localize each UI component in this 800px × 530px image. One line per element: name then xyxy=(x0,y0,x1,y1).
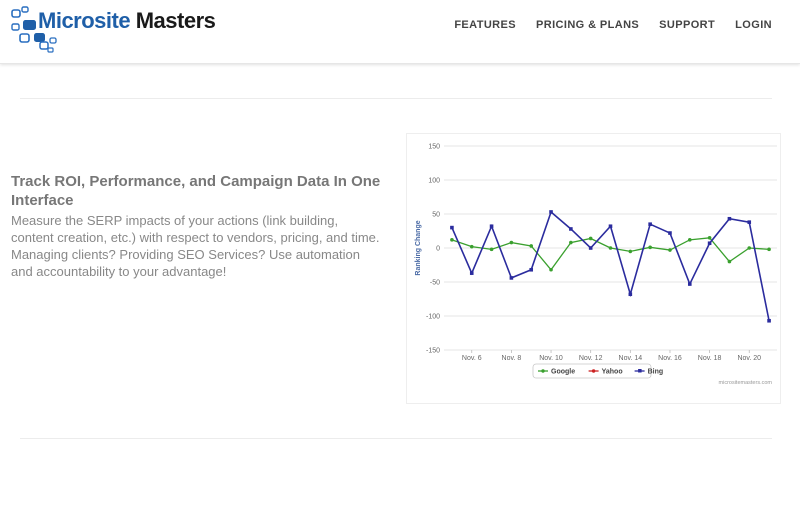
data-point-google xyxy=(628,249,633,254)
nav-link-support[interactable]: SUPPORT xyxy=(659,19,715,31)
data-point-google xyxy=(648,245,652,250)
data-point-bing xyxy=(450,225,454,230)
nav-link-pricing-plans[interactable]: PRICING & PLANS xyxy=(536,19,639,31)
y-tick-label: 150 xyxy=(428,144,440,151)
legend-marker-yahoo xyxy=(591,369,596,373)
y-tick-label: -100 xyxy=(426,314,440,321)
y-tick-label: 50 xyxy=(432,212,440,219)
data-point-google xyxy=(687,238,692,242)
x-tick-label: Nov. 20 xyxy=(737,355,761,362)
data-point-google xyxy=(727,259,732,264)
data-point-bing xyxy=(549,210,553,214)
legend-label-google: Google xyxy=(551,369,575,376)
site-logo[interactable]: Microsite Masters xyxy=(10,4,216,54)
site-header: Microsite Masters FEATURES PRICING & PLA… xyxy=(0,0,800,64)
data-point-google xyxy=(569,240,573,245)
legend-marker-google xyxy=(541,369,545,373)
data-point-google xyxy=(469,244,474,249)
main-nav: FEATURES PRICING & PLANS SUPPORT LOGIN xyxy=(454,19,772,31)
nav-link-features[interactable]: FEATURES xyxy=(454,19,516,31)
data-point-google xyxy=(707,236,712,240)
data-point-google xyxy=(747,246,752,250)
section-divider-top xyxy=(20,98,772,99)
data-point-bing xyxy=(767,318,771,323)
data-point-bing xyxy=(747,220,752,224)
x-tick-label: Nov. 18 xyxy=(698,355,722,362)
section-divider-bottom xyxy=(20,438,772,439)
data-point-bing xyxy=(628,292,633,297)
data-point-bing xyxy=(608,224,613,229)
data-point-bing xyxy=(509,276,514,280)
data-point-google xyxy=(767,247,771,252)
y-axis-label: Ranking Change xyxy=(415,220,422,275)
x-tick-label: Nov. 10 xyxy=(539,355,563,362)
data-point-google xyxy=(529,244,534,248)
data-point-bing xyxy=(687,282,692,286)
x-tick-label: Nov. 14 xyxy=(619,355,643,362)
data-point-google xyxy=(588,236,593,241)
logo-word-masters: Masters xyxy=(135,8,216,33)
series-line-google xyxy=(451,237,770,271)
legend-label-bing: Bing xyxy=(648,369,664,376)
data-point-bing xyxy=(588,246,593,250)
ranking-chart-card: 150 100 50 0 -50 -100 -150 Nov. 6 Nov. 8 Nov. 10 N… xyxy=(406,133,781,404)
nav-link-login[interactable]: LOGIN xyxy=(735,19,772,31)
x-tick-label: Nov. 6 xyxy=(462,355,482,362)
data-point-bing xyxy=(529,267,534,272)
series-line-bing xyxy=(451,210,770,321)
logo-word-microsite: Microsite xyxy=(38,8,131,33)
legend-label-yahoo: Yahoo xyxy=(602,369,623,376)
y-tick-label: 0 xyxy=(436,246,440,253)
data-point-bing xyxy=(648,222,652,226)
x-tick-label: Nov. 8 xyxy=(502,355,522,362)
legend-marker-bing xyxy=(638,369,642,373)
data-point-google xyxy=(608,246,613,250)
chart-credit: micrositemasters.com xyxy=(719,380,773,386)
data-point-google xyxy=(450,238,454,242)
feature-title: Track ROI, Performance, and Campaign Dat… xyxy=(11,173,381,209)
data-point-bing xyxy=(489,224,494,229)
logo-wordmark: Microsite Masters xyxy=(38,8,216,34)
y-tick-label: 100 xyxy=(428,178,440,185)
data-point-google xyxy=(549,267,553,272)
x-tick-label: Nov. 16 xyxy=(658,355,682,362)
data-point-bing xyxy=(707,241,712,246)
data-point-bing xyxy=(727,216,732,221)
ranking-change-chart: 150 100 50 0 -50 -100 -150 Nov. 6 Nov. 8 Nov. 10 N… xyxy=(415,144,777,386)
y-tick-label: -50 xyxy=(430,280,440,287)
data-point-google xyxy=(489,247,494,252)
x-tick-label: Nov. 12 xyxy=(579,355,603,362)
data-point-bing xyxy=(469,271,474,275)
data-point-google xyxy=(668,248,672,252)
data-point-bing xyxy=(569,227,573,231)
data-point-bing xyxy=(668,231,672,235)
feature-description: Measure the SERP impacts of your actions… xyxy=(11,213,380,279)
data-point-google xyxy=(509,240,514,245)
y-tick-label: -150 xyxy=(426,348,440,355)
